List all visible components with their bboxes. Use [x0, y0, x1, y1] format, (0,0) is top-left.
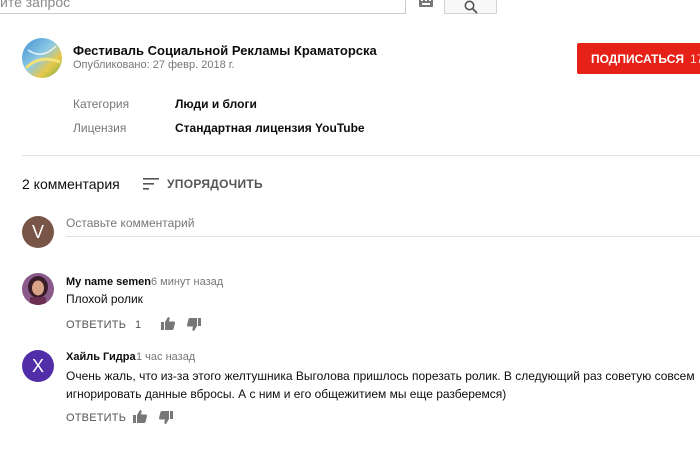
subscriber-count: 171: [689, 52, 700, 66]
search-placeholder: ите запрос: [0, 0, 71, 10]
channel-name[interactable]: Фестиваль Социальной Рекламы Краматорска: [73, 43, 377, 58]
section-divider: [22, 155, 700, 156]
thumb-up-icon[interactable]: [161, 317, 175, 330]
add-comment-input[interactable]: Оставьте комментарий: [66, 216, 700, 237]
comment-text-line-2: игнорировать данные вбросы. А с ним и ег…: [66, 387, 507, 401]
search-button[interactable]: [444, 0, 497, 14]
channel-avatar[interactable]: [22, 38, 62, 78]
user-avatar: V: [22, 216, 54, 248]
comment-time[interactable]: 6 минут назад: [151, 276, 223, 288]
comment-count: 2 комментария: [22, 176, 120, 192]
keyboard-icon[interactable]: [419, 0, 433, 7]
category-value[interactable]: Люди и блоги: [175, 97, 257, 111]
comment-author[interactable]: My name semen: [66, 276, 151, 288]
search-icon: [464, 0, 478, 14]
subscribe-button[interactable]: ПОДПИСАТЬСЯ 171: [577, 43, 700, 74]
thumb-down-icon[interactable]: [159, 411, 173, 424]
sort-button[interactable]: УПОРЯДОЧИТЬ: [167, 177, 263, 191]
comment-text: Плохой ролик: [66, 292, 143, 306]
comment-author[interactable]: Хайль Гидра: [66, 351, 136, 363]
like-count: 1: [135, 319, 142, 331]
thumb-up-icon[interactable]: [133, 410, 147, 423]
publish-date: Опубликовано: 27 февр. 2018 г.: [73, 59, 235, 71]
license-label: Лицензия: [73, 121, 127, 135]
sort-icon[interactable]: [143, 178, 159, 190]
reply-button[interactable]: ОТВЕТИТЬ: [66, 319, 126, 331]
license-value: Стандартная лицензия YouTube: [175, 121, 365, 135]
reply-button[interactable]: ОТВЕТИТЬ: [66, 412, 126, 424]
comment-time[interactable]: 1 час назад: [136, 351, 195, 363]
subscribe-label: ПОДПИСАТЬСЯ: [591, 52, 684, 66]
comment-text-line-1: Очень жаль, что из-за этого желтушника В…: [66, 369, 695, 383]
comment-avatar[interactable]: [22, 273, 54, 305]
thumb-down-icon[interactable]: [187, 318, 201, 331]
category-label: Категория: [73, 97, 130, 111]
comment-avatar[interactable]: X: [22, 350, 54, 382]
